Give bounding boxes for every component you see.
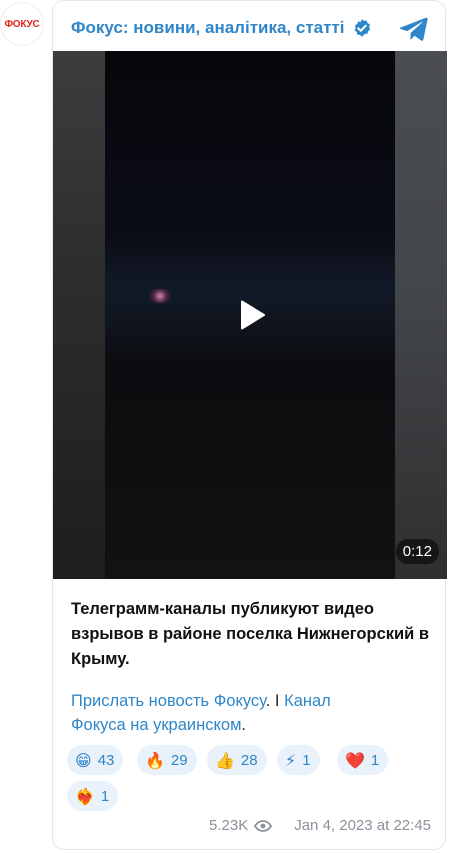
reaction-count: 1 [100,787,110,805]
reaction-thumbs-up[interactable]: 👍 28 [207,745,267,775]
video-blur-left [53,51,105,579]
reaction-lightning[interactable]: ⚡ 1 [277,745,320,775]
links-end: . [241,716,247,734]
video-blur-right [395,51,447,579]
send-news-link[interactable]: Прислать новость Фокусу [71,692,266,710]
play-button[interactable] [229,291,277,339]
reaction-count: 28 [240,751,258,769]
video-player[interactable]: 0:12 [53,51,447,579]
reaction-count: 1 [370,751,380,769]
send-news-link-text: Прислать новость [71,692,214,710]
thumbs-up-emoji-icon: 👍 [215,750,235,770]
channel-title[interactable]: Фокус: новини, аналітика, статті [71,18,345,38]
fire-emoji-icon: 🔥 [145,750,165,770]
message-header: Фокус: новини, аналітика, статті [71,13,433,43]
message-text: Телеграмм-каналы публикуют видео взрывов… [71,600,430,668]
reaction-count: 29 [170,751,188,769]
reaction-count: 43 [97,751,115,769]
channel-link-rest: на украинском [125,716,242,734]
reaction-fire[interactable]: 🔥 29 [137,745,197,775]
avatar-logo-text: ФОКУС [4,18,40,30]
message-links: Прислать новость Фокусу. I Канал Фокуса н… [71,689,431,737]
channel-avatar[interactable]: ФОКУС [0,2,44,46]
telegram-icon[interactable] [399,13,429,43]
reaction-grin[interactable]: 😁 43 [67,745,124,775]
heart-on-fire-emoji-icon: ❤️‍🔥 [75,786,95,806]
message-footer: 5.23K Jan 4, 2023 at 22:45 [209,817,431,834]
message-card: Фокус: новини, аналітика, статті 0:12 Те… [52,0,447,850]
play-icon [241,300,265,330]
heart-emoji-icon: ❤️ [345,750,365,770]
video-duration: 0:12 [395,539,439,564]
view-count: 5.23K [209,817,249,834]
message-date[interactable]: Jan 4, 2023 at 22:45 [294,817,431,834]
explosion-glow [147,289,173,303]
reaction-count: 1 [302,751,311,769]
lightning-emoji-icon: ⚡ [285,750,297,770]
channel-link-italic: Фокуса [71,716,126,734]
reaction-heart-on-fire[interactable]: ❤️‍🔥 1 [67,781,119,811]
verified-icon [354,19,370,37]
links-separator: . I [265,692,285,710]
send-news-link-italic: Фокусу [213,692,266,710]
reaction-heart[interactable]: ❤️ 1 [337,745,389,775]
channel-link-text: Канал [284,692,331,710]
grin-emoji-icon: 😁 [75,750,92,770]
eye-icon [254,819,273,832]
